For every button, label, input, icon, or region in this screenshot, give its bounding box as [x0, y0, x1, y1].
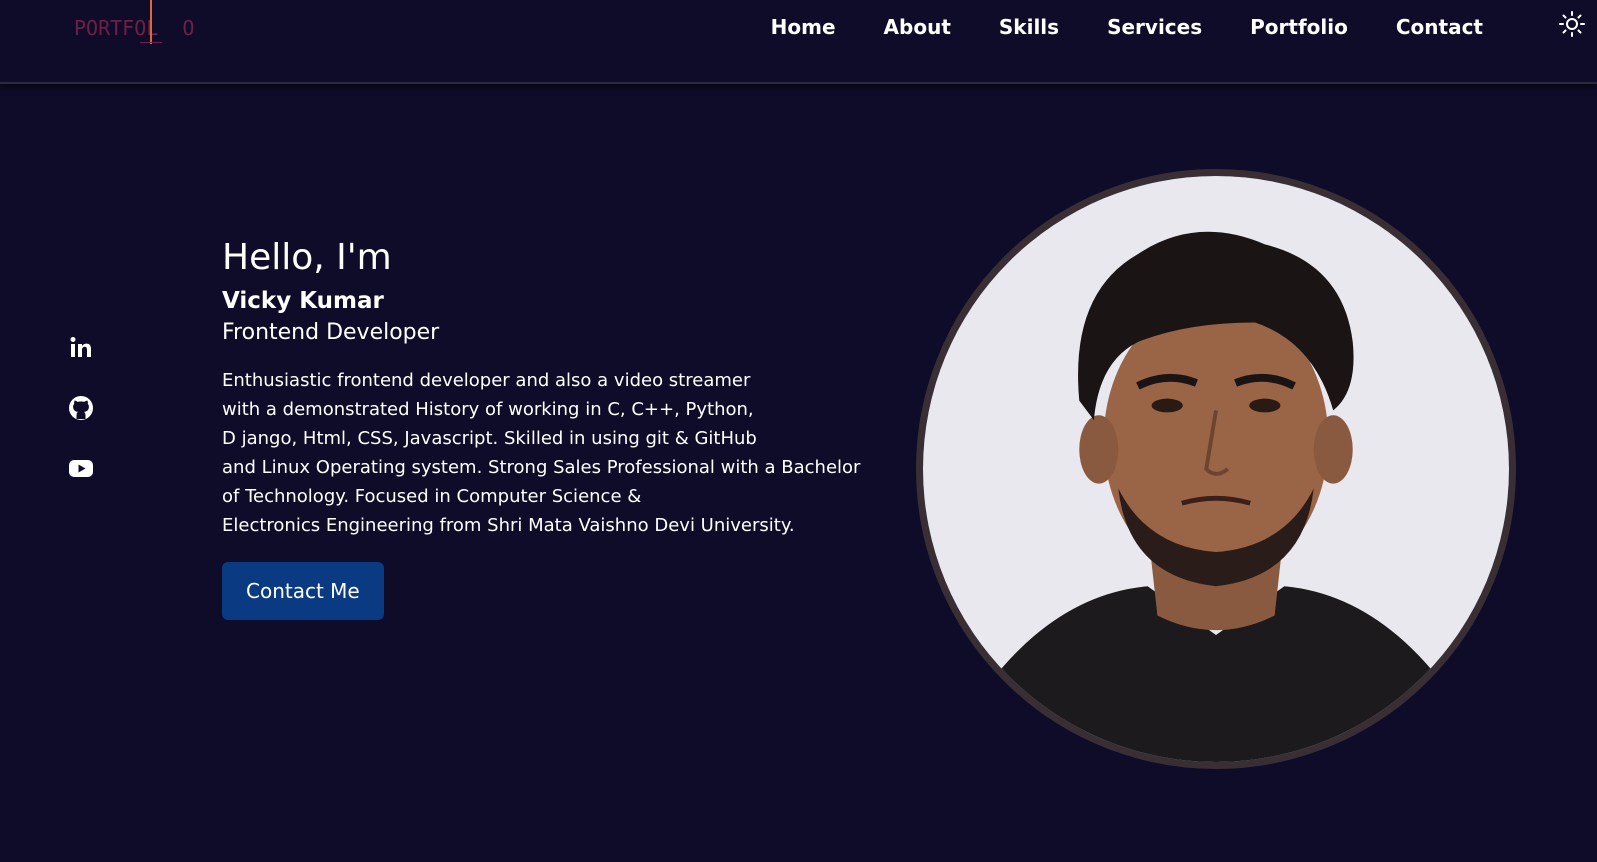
bio-line: with a demonstrated History of working i… — [222, 399, 754, 420]
nav-services[interactable]: Services — [1083, 13, 1226, 41]
greeting: Hello, I'm — [222, 237, 392, 278]
nav-portfolio[interactable]: Portfolio — [1226, 13, 1372, 41]
developer-role: Frontend Developer — [222, 320, 440, 345]
bio-line: D jango, Html, CSS, Javascript. Skilled … — [222, 428, 757, 449]
logo-text: PORTFOL O — [74, 16, 195, 40]
youtube-icon[interactable] — [66, 453, 96, 483]
nav-skills[interactable]: Skills — [975, 13, 1083, 41]
bio: Enthusiastic frontend developer and also… — [222, 366, 882, 540]
nav-home[interactable]: Home — [747, 13, 860, 41]
hero-section: Hello, I'm Vicky Kumar Frontend Develope… — [222, 236, 882, 620]
github-icon[interactable] — [66, 393, 96, 423]
logo[interactable]: PORTFOL O — [74, 0, 194, 48]
header: PORTFOL O Home About Skills Services Por… — [0, 0, 1597, 84]
logo-underline — [140, 42, 162, 43]
nav-contact[interactable]: Contact — [1372, 13, 1507, 41]
sun-icon[interactable] — [1558, 10, 1586, 38]
linkedin-icon[interactable] — [66, 333, 96, 363]
profile-photo — [916, 169, 1516, 769]
main-nav: Home About Skills Services Portfolio Con… — [747, 13, 1507, 41]
developer-name: Vicky Kumar — [222, 288, 384, 314]
bio-line: Electronics Engineering from Shri Mata V… — [222, 515, 795, 536]
nav-about[interactable]: About — [860, 13, 975, 41]
bio-line: Enthusiastic frontend developer and also… — [222, 370, 751, 391]
logo-accent-bar — [150, 0, 152, 44]
bio-line: and Linux Operating system. Strong Sales… — [222, 457, 861, 478]
bio-line: of Technology. Focused in Computer Scien… — [222, 486, 642, 507]
page: PORTFOL O Home About Skills Services Por… — [0, 0, 1597, 862]
contact-me-button[interactable]: Contact Me — [222, 562, 384, 620]
social-links — [66, 333, 96, 513]
